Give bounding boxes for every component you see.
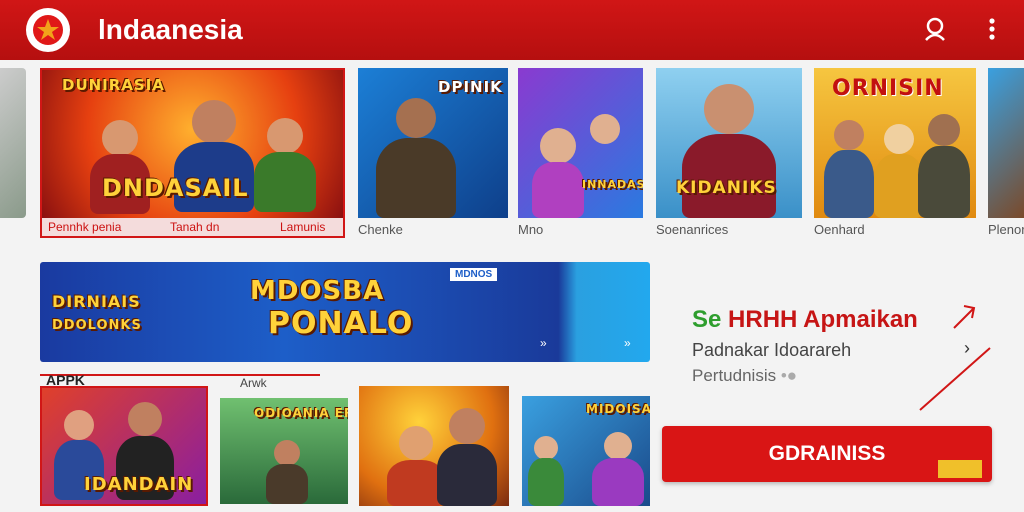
featured-game-art: DUNIRASIA DNDASAIL bbox=[42, 70, 343, 218]
game-card-2[interactable]: INNADAS bbox=[518, 68, 643, 218]
game-card-4-art-text: ORNISIN bbox=[832, 76, 944, 101]
game-card-row3-4[interactable]: MIDOISAS bbox=[522, 396, 650, 506]
banner-left-text-2: DDOLONKS bbox=[52, 318, 142, 333]
game-card-row3-2[interactable]: ODIOANIA ERORUS bbox=[220, 398, 348, 504]
cta-label: GDRAINISS bbox=[768, 442, 886, 465]
game-card-4[interactable]: ORNISIN bbox=[814, 68, 976, 218]
game-card-2-caption: Mno bbox=[518, 222, 544, 237]
promo-banner[interactable]: DIRNIAIS DDOLONKS MDOSBA PONALO MDNOS » … bbox=[40, 262, 650, 362]
promo-line-2-wrap: Pertudnisis •● bbox=[692, 366, 797, 386]
featured-game-card[interactable]: DUNIRASIA DNDASAIL Pennhk penia Tanah dn… bbox=[40, 68, 345, 238]
banner-badge: MDNOS bbox=[450, 268, 498, 281]
banner-title: MDOSBA bbox=[250, 276, 385, 306]
banner-title-2: PONALO bbox=[268, 306, 414, 341]
row3-card-2-art-text: ODIOANIA ERORUS bbox=[254, 406, 348, 420]
promo-title-text: HRHH Apmaikan bbox=[728, 306, 918, 333]
game-card-1-caption: Chenke bbox=[358, 222, 403, 237]
featured-art-top-text: DUNIRASIA bbox=[62, 76, 165, 94]
decorative-line-icon bbox=[919, 347, 991, 411]
featured-caption-2: Tanah dn bbox=[170, 220, 220, 234]
featured-caption: Pennhk penia bbox=[48, 220, 122, 234]
promo-panel: Se HRHH Apmaikan Padnakar Idoarareh Pert… bbox=[662, 278, 1002, 411]
promo-line-1: Padnakar Idoarareh bbox=[692, 340, 852, 360]
app-logo[interactable] bbox=[26, 8, 70, 52]
chevron-right-icon[interactable]: » bbox=[540, 336, 547, 350]
game-card-1-art-text: DPINIK PIABA bbox=[438, 78, 508, 96]
section-label-2: Arwk bbox=[240, 376, 267, 390]
promo-line-2: Pertudnisis bbox=[692, 366, 777, 385]
game-card-row3-1[interactable]: IDANDAIN bbox=[40, 386, 208, 506]
chevron-right-icon-2[interactable]: » bbox=[624, 336, 631, 350]
row3-card-4-art-text: MIDOISAS bbox=[586, 402, 650, 416]
featured-art-title: DNDASAIL bbox=[102, 174, 249, 202]
star-logo-icon bbox=[33, 15, 63, 45]
cta-button[interactable]: GDRAINISS bbox=[662, 426, 992, 482]
game-card-3-caption: Soenanrices bbox=[656, 222, 729, 237]
search-icon[interactable] bbox=[920, 14, 950, 44]
promo-title: Se HRHH Apmaikan bbox=[692, 306, 918, 334]
banner-left-text: DIRNIAIS bbox=[52, 292, 141, 311]
game-card-3-art-text: KIDANIKS bbox=[676, 178, 777, 198]
game-card-partial-left[interactable] bbox=[0, 68, 26, 218]
game-card-1[interactable]: DPINIK PIABA bbox=[358, 68, 508, 218]
more-options-icon[interactable] bbox=[977, 14, 1007, 44]
game-card-row3-3[interactable] bbox=[359, 386, 509, 506]
promo-title-prefix: Se bbox=[692, 306, 722, 333]
game-card-2-art-text: INNADAS bbox=[582, 178, 643, 191]
featured-caption-bar: Pennhk penia Tanah dn Lamunis bbox=[42, 218, 343, 236]
row3-card-1-art-text: IDANDAIN bbox=[84, 474, 194, 495]
cta-badge-icon bbox=[938, 460, 982, 478]
featured-caption-3: Lamunis bbox=[280, 220, 326, 234]
arrow-icon[interactable] bbox=[948, 302, 978, 332]
app-header: lndaanesia bbox=[0, 0, 1024, 60]
game-card-3[interactable]: KIDANIKS bbox=[656, 68, 802, 218]
loading-dots-icon: •● bbox=[780, 366, 798, 385]
game-card-5-caption: Plenor bbox=[988, 222, 1024, 237]
game-card-5-partial[interactable] bbox=[988, 68, 1024, 218]
game-card-4-caption: Oenhard bbox=[814, 222, 865, 237]
app-title: lndaanesia bbox=[98, 14, 243, 45]
